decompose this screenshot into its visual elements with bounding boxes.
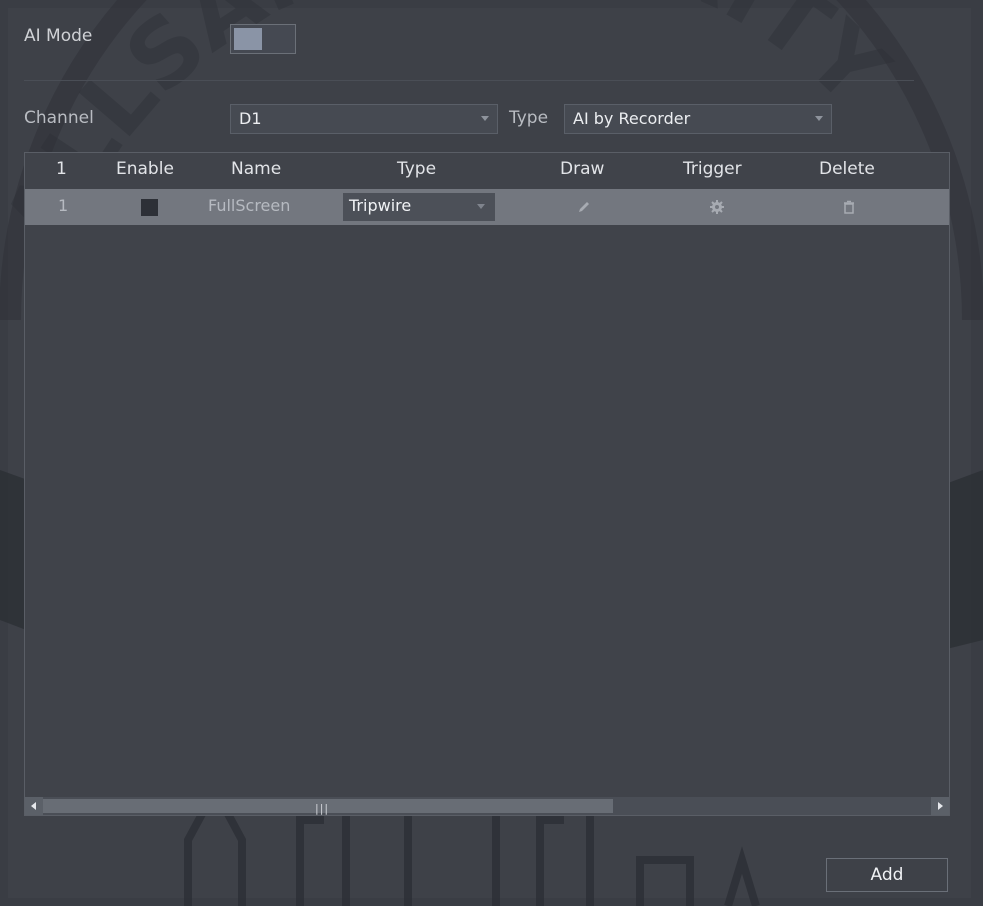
header-type: Type [397,159,437,179]
pencil-icon[interactable] [576,199,592,215]
channel-select[interactable]: D1 [230,104,498,134]
enable-checkbox[interactable] [141,199,158,216]
add-button[interactable]: Add [826,858,948,892]
trash-icon[interactable] [841,199,857,215]
type-select[interactable]: AI by Recorder [564,104,832,134]
header-trigger: Trigger [683,159,742,179]
row-type-select[interactable]: Tripwire [343,193,495,221]
grip-icon: ||| [315,802,330,815]
scroll-left-icon[interactable] [25,797,43,815]
table-row[interactable]: 1 FullScreen Tripwire [25,189,949,225]
horizontal-scrollbar[interactable]: ||| [25,797,949,815]
header-delete: Delete [819,159,875,179]
ai-mode-label: AI Mode [24,26,93,46]
header-name: Name [231,159,282,179]
row-index: 1 [58,196,69,215]
table-header: 1 Enable Name Type Draw Trigger Delete [25,153,949,189]
header-enable: Enable [116,159,174,179]
chevron-down-icon [477,204,485,209]
header-index: 1 [56,159,67,179]
type-label: Type [509,108,549,128]
chevron-down-icon [815,116,823,121]
gear-icon[interactable] [709,199,725,215]
row-type-value: Tripwire [349,196,412,215]
type-select-value: AI by Recorder [573,109,691,128]
scrollbar-thumb[interactable]: ||| [43,799,613,815]
channel-label: Channel [24,108,94,128]
divider [24,80,914,81]
chevron-down-icon [481,116,489,121]
scroll-right-icon[interactable] [931,797,949,815]
header-draw: Draw [560,159,605,179]
toggle-knob [234,28,262,50]
rules-table: 1 Enable Name Type Draw Trigger Delete 1… [24,152,950,816]
row-name: FullScreen [208,196,291,215]
ai-mode-toggle[interactable] [230,24,296,54]
channel-select-value: D1 [239,109,262,128]
